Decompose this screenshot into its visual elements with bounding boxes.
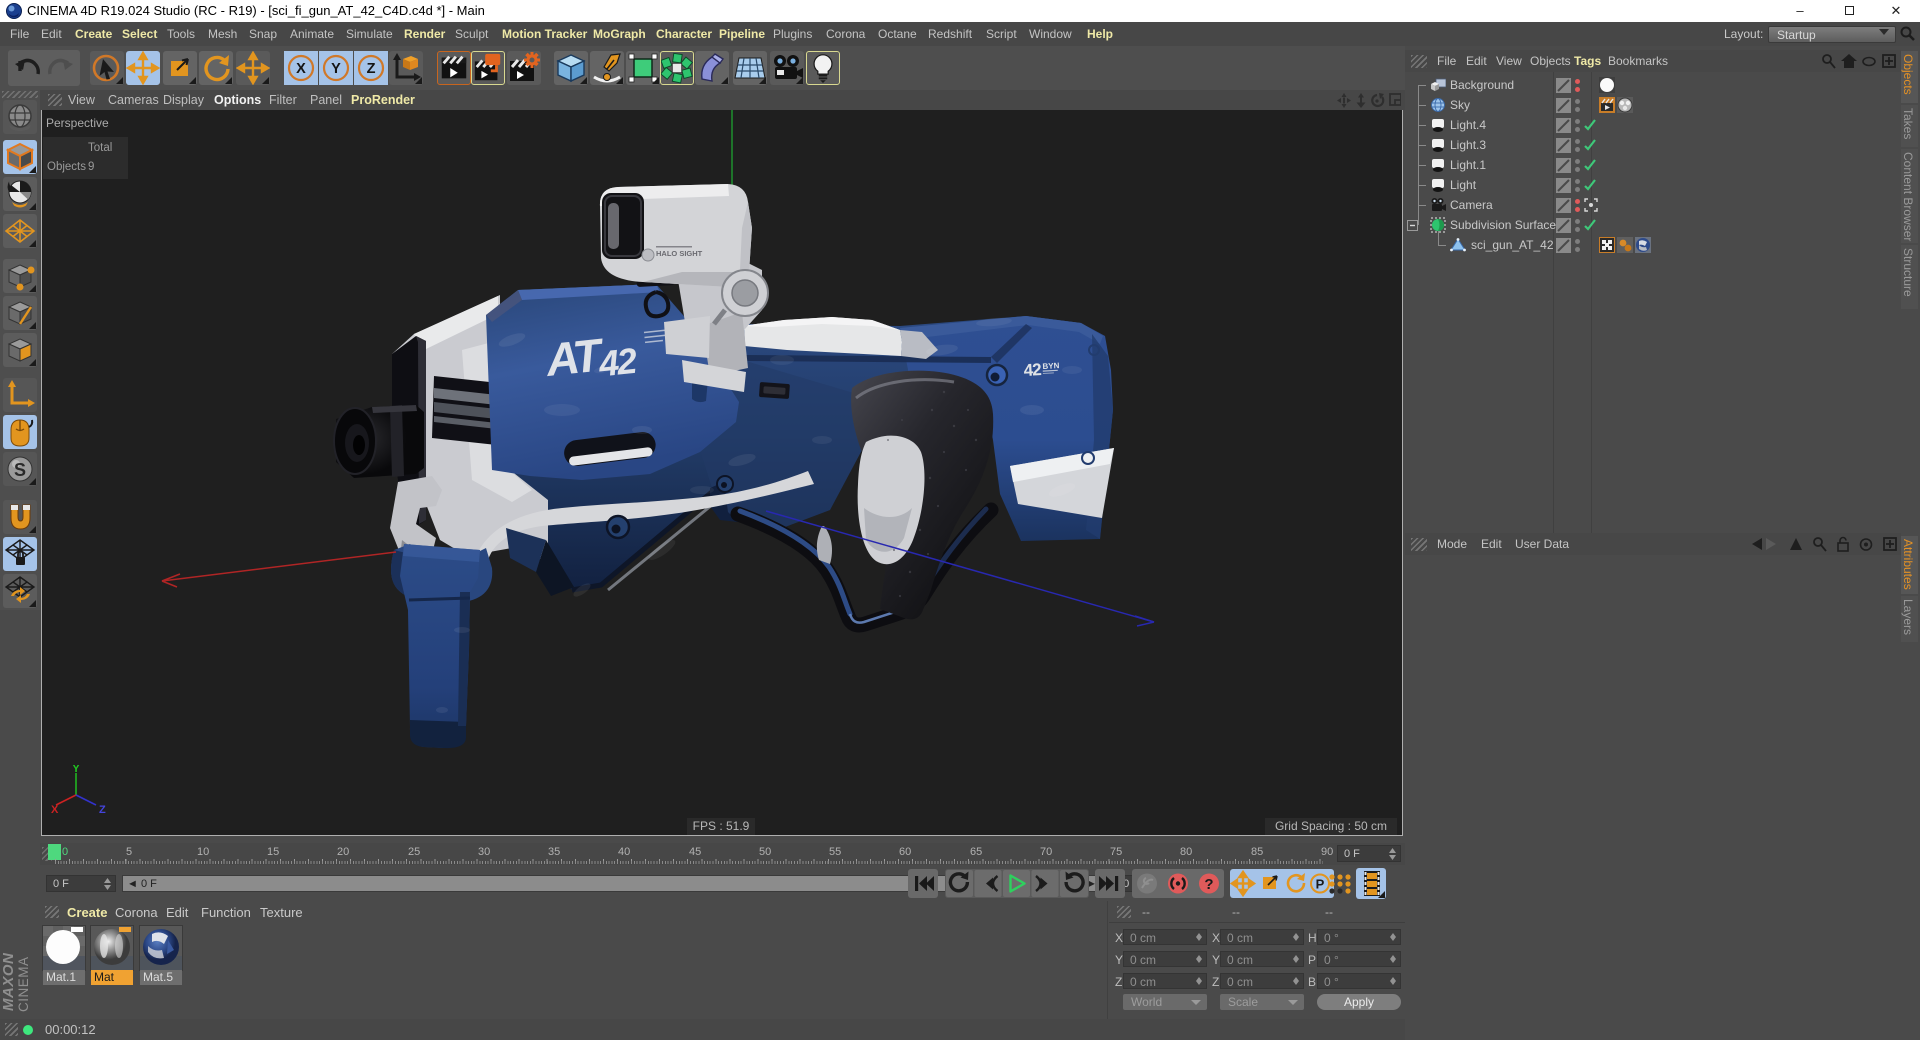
- svg-text:HALO SIGHT: HALO SIGHT: [656, 249, 703, 258]
- svg-text:42: 42: [1023, 360, 1041, 380]
- svg-text:42: 42: [596, 340, 639, 385]
- svg-text:BYN: BYN: [1042, 361, 1060, 371]
- svg-text:Z: Z: [367, 61, 376, 77]
- svg-text:P: P: [1316, 877, 1325, 892]
- svg-text:?: ?: [1204, 876, 1213, 893]
- svg-text:S: S: [14, 460, 26, 480]
- svg-text:X: X: [296, 61, 306, 77]
- svg-text:Y: Y: [331, 61, 341, 77]
